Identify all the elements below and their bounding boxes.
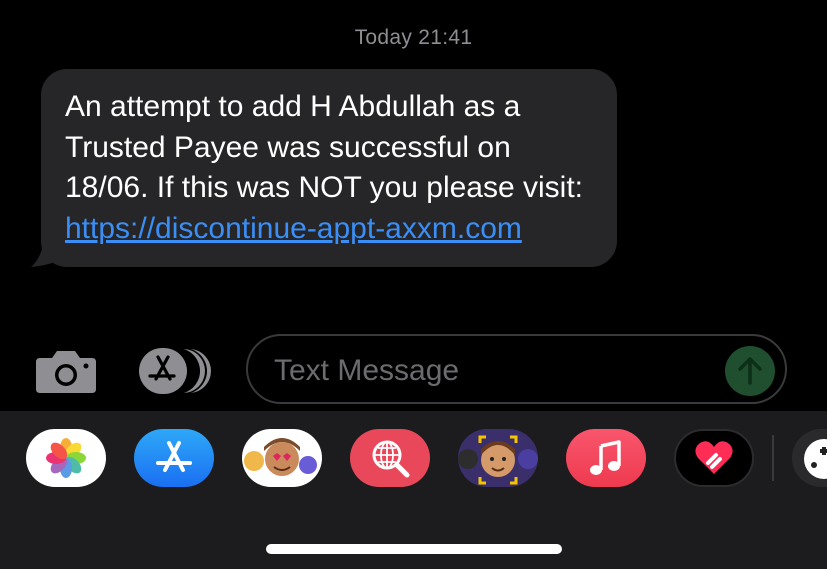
photos-flower-icon [46,438,86,478]
home-indicator[interactable] [266,544,562,554]
message-text: An attempt to add H Abdullah as a Truste… [65,90,584,204]
app-store-app-icon[interactable] [134,429,214,487]
message-bubble-container: An attempt to add H Abdullah as a Truste… [31,69,617,267]
send-button[interactable] [725,346,775,396]
apps-button[interactable] [137,346,215,396]
composer-bar: Text Message [0,334,827,406]
game-controller-icon [804,439,827,479]
send-arrow-icon [738,357,762,385]
memoji-stickers-app-icon[interactable] [242,429,322,487]
app-drawer [0,411,827,569]
message-input-placeholder: Text Message [274,354,460,387]
message-timestamp: Today 21:41 [354,26,473,49]
memoji-app-icon[interactable] [458,429,538,487]
photos-app-icon[interactable] [26,429,106,487]
incoming-message-bubble[interactable]: An attempt to add H Abdullah as a Truste… [41,69,617,267]
message-link[interactable]: https://discontinue-appt-axxm.com [65,212,522,245]
app-store-icon [139,348,211,394]
app-drawer-divider [772,435,774,481]
app-store-a-icon [156,441,192,472]
music-app-icon[interactable] [566,429,646,487]
game-app-icon[interactable] [792,429,827,487]
globe-search-icon [372,440,410,478]
camera-icon [36,351,96,393]
heart-touch-icon [695,441,733,474]
memoji-face-icon [458,435,538,485]
memoji-stickers-icon [244,438,317,476]
camera-button[interactable] [34,348,98,394]
message-input[interactable]: Text Message [246,334,787,404]
search-images-app-icon[interactable] [350,429,430,487]
music-note-icon [590,440,621,475]
digital-touch-app-icon[interactable] [674,429,754,487]
